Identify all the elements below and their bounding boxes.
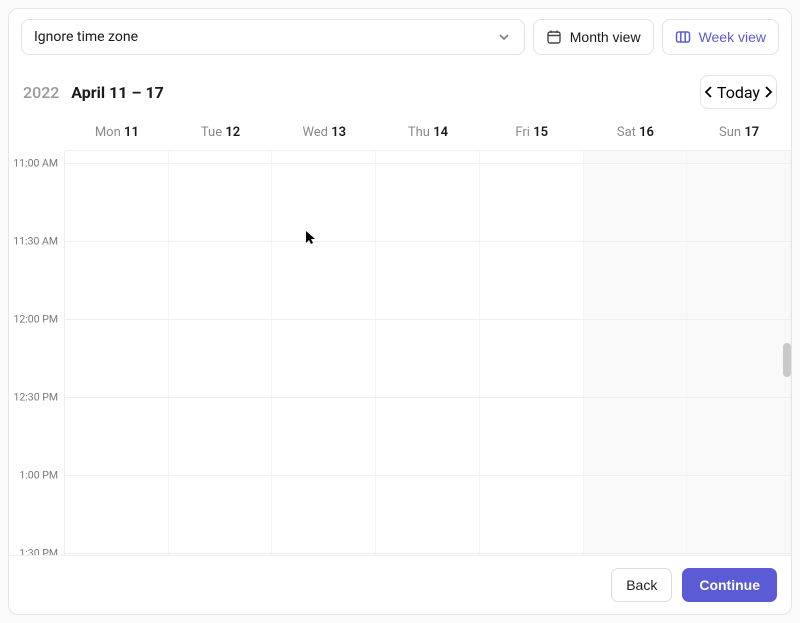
weekday-header: Mon 11 [65,115,169,150]
week-view-label: Week view [699,29,766,45]
continue-button-label: Continue [699,577,760,593]
timezone-select-label: Ignore time zone [34,29,138,45]
back-button-label: Back [626,577,657,593]
time-label: 1:00 PM [19,469,58,482]
day-column[interactable] [584,151,688,555]
date-nav-group: Today [700,75,777,109]
weekday-header: Wed 13 [272,115,376,150]
day-column[interactable] [376,151,480,555]
time-label: 12:00 PM [13,313,58,326]
weekday-header: Sat 16 [584,115,688,150]
weekday-header: Tue 12 [169,115,273,150]
date-range-label: 2022 April 11 – 17 [23,83,164,102]
date-year: 2022 [23,83,59,102]
next-week-button[interactable] [760,76,776,108]
weekday-header: Sun 17 [687,115,791,150]
timezone-select[interactable]: Ignore time zone [21,19,525,55]
prev-week-button[interactable] [701,76,717,108]
week-view-icon [675,29,691,45]
topbar: Ignore time zone Month view [9,9,791,65]
chevron-down-icon [496,29,512,45]
date-range-text: April 11 – 17 [71,83,164,102]
scrollbar-thumb[interactable] [783,343,791,377]
weekday-header: Thu 14 [376,115,480,150]
time-gutter: 11:00 AM 11:30 AM 12:00 PM 12:30 PM 1:00… [9,151,65,555]
month-view-label: Month view [570,29,641,45]
chevron-left-icon [701,84,717,100]
time-label: 11:30 AM [13,235,58,248]
time-label: 11:00 AM [13,157,58,170]
day-column[interactable] [272,151,376,555]
date-range-row: 2022 April 11 – 17 Today [9,65,791,115]
back-button[interactable]: Back [611,568,672,602]
chevron-right-icon [760,84,776,100]
week-view-button[interactable]: Week view [662,19,779,55]
month-view-button[interactable]: Month view [533,19,654,55]
time-label: 1:30 PM [19,547,58,556]
today-button-label: Today [717,83,760,102]
day-column[interactable] [687,151,791,555]
weekday-header: Fri 15 [480,115,584,150]
weekday-header-row: Mon 11 Tue 12 Wed 13 Thu 14 Fri 15 Sat 1… [9,115,791,151]
day-columns [65,151,791,555]
calendar-grid-scroll[interactable]: 11:00 AM 11:30 AM 12:00 PM 12:30 PM 1:00… [9,151,791,555]
continue-button[interactable]: Continue [682,568,777,602]
calendar-icon [546,29,562,45]
day-column[interactable] [169,151,273,555]
today-button[interactable]: Today [717,76,760,108]
day-column[interactable] [65,151,169,555]
calendar-panel: Ignore time zone Month view [8,8,792,615]
day-column[interactable] [480,151,584,555]
footer: Back Continue [9,555,791,614]
time-label: 12:30 PM [13,391,58,404]
